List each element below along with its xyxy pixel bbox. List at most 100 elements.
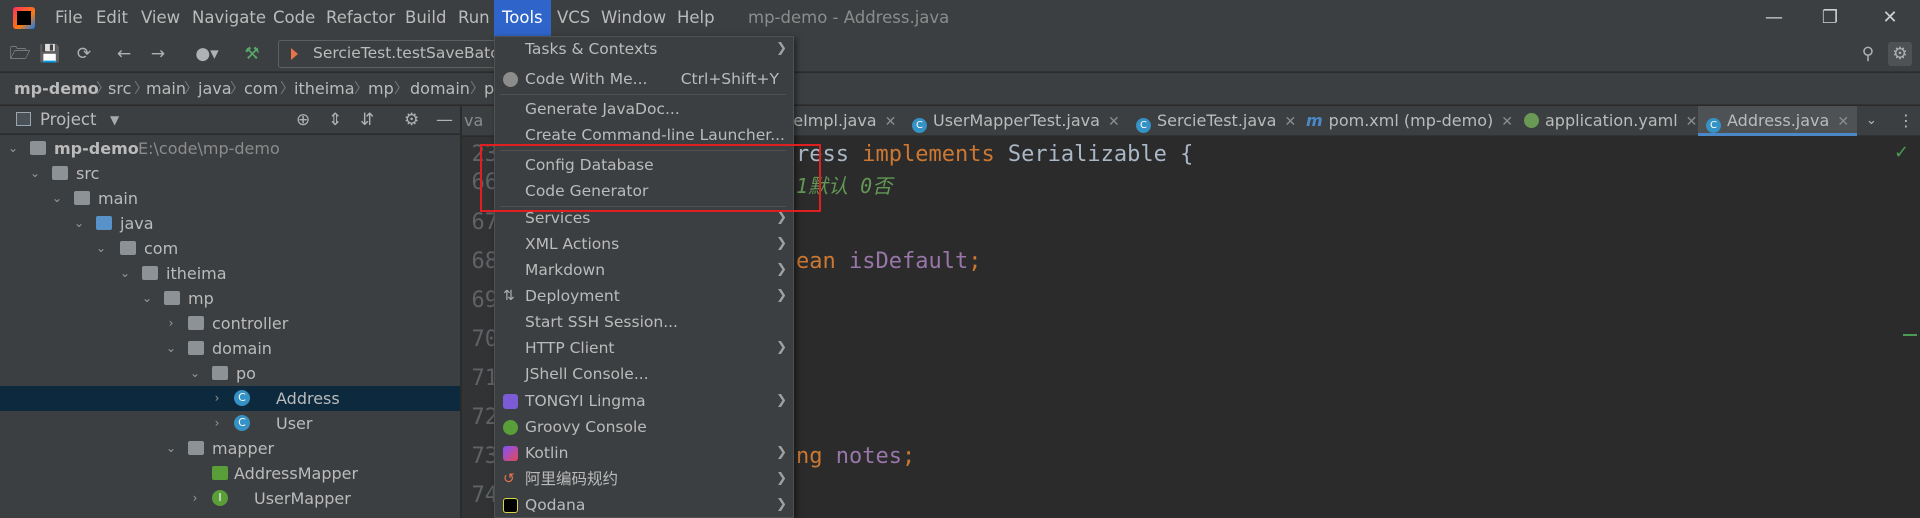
tree-row-root[interactable]: ⌄ mp-demo E:\code\mp-demo (0, 136, 460, 161)
build-hammer-icon[interactable]: ⚒ (240, 42, 264, 66)
project-panel-title[interactable]: Project (40, 106, 96, 134)
chevron-right-icon[interactable]: › (188, 486, 202, 511)
minimize-icon[interactable]: — (1746, 0, 1802, 36)
chevron-down-icon[interactable]: ⌄ (164, 336, 178, 361)
tree-row-user[interactable]: › C User (0, 411, 460, 436)
menu-tools[interactable]: Tools (494, 0, 551, 36)
chevron-down-icon[interactable]: ⌄ (6, 136, 20, 161)
menu-item-xml-actions[interactable]: XML Actions ❯ (495, 231, 793, 257)
close-icon[interactable]: ✕ (1501, 114, 1513, 130)
close-icon[interactable]: ✕ (1108, 114, 1120, 130)
tree-row-po[interactable]: ⌄ po (0, 361, 460, 386)
editor-tab[interactable]: application.yaml ✕ (1524, 106, 1697, 136)
sync-icon[interactable]: ⟳ (72, 42, 96, 66)
tree-row-addressmapper[interactable]: AddressMapper (0, 461, 460, 486)
tree-row-src[interactable]: ⌄ src (0, 161, 460, 186)
editor-tab[interactable]: m pom.xml (mp-demo) ✕ (1306, 106, 1513, 136)
breadcrumb-item[interactable]: mp (368, 73, 394, 105)
chevron-right-icon[interactable]: › (164, 311, 178, 336)
close-icon[interactable]: ✕ (1837, 114, 1849, 130)
chevron-right-icon[interactable]: › (210, 411, 224, 436)
menu-item-tongyi-lingma[interactable]: TONGYI Lingma ❯ (495, 388, 793, 414)
breadcrumb-item[interactable]: java (198, 73, 232, 105)
chevron-down-icon[interactable]: ⌄ (28, 161, 42, 186)
chevron-down-icon[interactable]: ⌄ (1866, 106, 1877, 136)
breadcrumb-item[interactable]: mp-demo (14, 73, 99, 105)
menu-code[interactable]: Code (265, 0, 323, 36)
menu-item-alibaba-guidelines[interactable]: ↺ 阿里编码规约 ❯ (495, 466, 793, 492)
restore-icon[interactable]: ❐ (1802, 0, 1858, 36)
collapse-all-icon[interactable]: ⇵ (360, 106, 374, 134)
editor-tab[interactable]: C UserMapperTest.java ✕ (912, 106, 1120, 136)
chevron-down-icon[interactable]: ⌄ (118, 261, 132, 286)
chevron-down-icon[interactable]: ⌄ (188, 361, 202, 386)
close-icon[interactable]: ✕ (1686, 114, 1698, 130)
locate-target-icon[interactable]: ⊕ (296, 106, 310, 134)
search-icon[interactable]: ⚲ (1856, 42, 1880, 66)
menu-item-http-client[interactable]: HTTP Client ❯ (495, 335, 793, 361)
back-icon[interactable]: ← (112, 42, 136, 66)
run-configuration-select[interactable]: SercieTest.testSaveBatch (278, 40, 509, 68)
inspection-ok-icon[interactable]: ✓ (1894, 142, 1909, 163)
close-icon[interactable]: ✕ (885, 114, 897, 130)
chevron-right-icon[interactable]: › (210, 386, 224, 411)
change-marker[interactable] (1903, 334, 1917, 336)
gear-icon[interactable]: ⚙ (404, 106, 419, 134)
menu-build[interactable]: Build (397, 0, 454, 36)
tree-row-main[interactable]: ⌄ main (0, 186, 460, 211)
close-icon[interactable]: ✕ (1284, 114, 1296, 130)
tree-row-address[interactable]: › C Address (0, 386, 460, 411)
menu-edit[interactable]: Edit (88, 0, 136, 36)
menu-item-jshell[interactable]: JShell Console... (495, 361, 793, 387)
intellij-logo-icon[interactable] (13, 7, 35, 29)
menu-run[interactable]: Run (450, 0, 498, 36)
menu-item-tasks-contexts[interactable]: Tasks & Contexts ❯ (495, 36, 793, 62)
menu-item-code-with-me[interactable]: Code With Me... Ctrl+Shift+Y (495, 66, 793, 92)
editor-tab-active[interactable]: C Address.java ✕ (1698, 106, 1858, 136)
menu-refactor[interactable]: Refactor (318, 0, 403, 36)
tree-row-com[interactable]: ⌄ com (0, 236, 460, 261)
settings-gear-icon[interactable]: ⚙ (1888, 42, 1912, 66)
expand-all-icon[interactable]: ⇕ (328, 106, 342, 134)
breadcrumb-item[interactable]: domain (410, 73, 470, 105)
menu-file[interactable]: File (47, 0, 91, 36)
menu-navigate[interactable]: Navigate (184, 0, 274, 36)
tree-row-itheima[interactable]: ⌄ itheima (0, 261, 460, 286)
breadcrumb-item[interactable]: src (108, 73, 131, 105)
chevron-down-icon[interactable]: ⌄ (164, 436, 178, 461)
chevron-down-icon[interactable]: ⌄ (140, 286, 154, 311)
editor-tab[interactable]: iceImpl.java ✕ (780, 106, 896, 136)
menu-vcs[interactable]: VCS (549, 0, 598, 36)
menu-item-ssh-session[interactable]: Start SSH Session... (495, 309, 793, 335)
tree-row-domain[interactable]: ⌄ domain (0, 336, 460, 361)
menu-item-groovy-console[interactable]: Groovy Console (495, 414, 793, 440)
breadcrumb-item[interactable]: main (146, 73, 186, 105)
tree-row-java[interactable]: ⌄ java (0, 211, 460, 236)
menu-item-deployment[interactable]: ⇅ Deployment ❯ (495, 283, 793, 309)
editor-tab[interactable]: C SercieTest.java ✕ (1136, 106, 1296, 136)
open-folder-icon[interactable]: 🗁 (8, 42, 32, 66)
forward-icon[interactable]: → (146, 42, 170, 66)
breadcrumb-item[interactable]: com (244, 73, 278, 105)
menu-item-generate-javadoc[interactable]: Generate JavaDoc... (495, 96, 793, 122)
chevron-down-icon[interactable]: ⌄ (72, 211, 86, 236)
save-icon[interactable]: 💾 (38, 42, 62, 66)
breadcrumb-item[interactable]: p (484, 73, 494, 105)
menu-item-qodana[interactable]: Qodana ❯ (495, 492, 793, 518)
menu-item-kotlin[interactable]: Kotlin ❯ (495, 440, 793, 466)
tree-row-mp[interactable]: ⌄ mp (0, 286, 460, 311)
menu-window[interactable]: Window (593, 0, 674, 36)
tree-row-controller[interactable]: › controller (0, 311, 460, 336)
chevron-down-icon[interactable]: ▼ (110, 106, 119, 134)
more-vertical-icon[interactable]: ⋮ (1898, 106, 1914, 136)
tree-row-mapper[interactable]: ⌄ mapper (0, 436, 460, 461)
user-dropdown-icon[interactable]: ●▾ (190, 42, 224, 66)
close-icon[interactable]: ✕ (1862, 0, 1918, 36)
chevron-down-icon[interactable]: ⌄ (94, 236, 108, 261)
chevron-down-icon[interactable]: ⌄ (50, 186, 64, 211)
breadcrumb-item[interactable]: itheima (294, 73, 355, 105)
menu-view[interactable]: View (133, 0, 188, 36)
hide-panel-icon[interactable]: — (436, 106, 453, 134)
menu-item-markdown[interactable]: Markdown ❯ (495, 257, 793, 283)
menu-help[interactable]: Help (669, 0, 723, 36)
